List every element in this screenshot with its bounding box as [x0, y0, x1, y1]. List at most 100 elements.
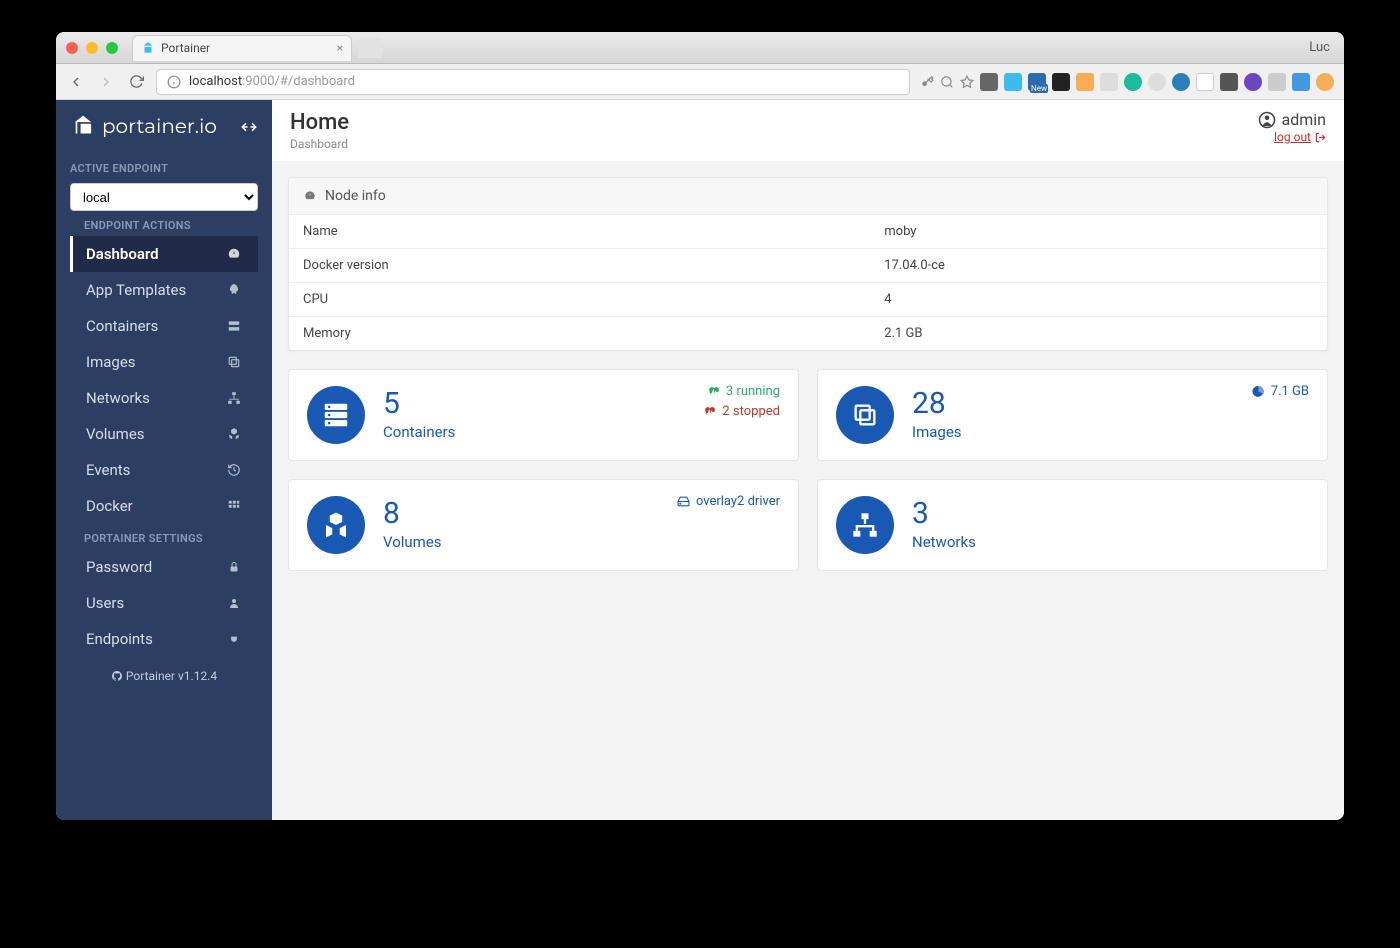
browser-titlebar: Portainer × Luc [56, 32, 1344, 64]
window-controls [66, 42, 118, 54]
extension-icon[interactable] [1172, 73, 1190, 91]
extension-icon[interactable] [1316, 73, 1334, 91]
brand-logo[interactable]: portainer.io [70, 114, 217, 140]
window-minimize-button[interactable] [86, 42, 98, 54]
card-meta: 3 running 2 stopped [703, 382, 780, 421]
sidebar-item-containers[interactable]: Containers [70, 308, 258, 344]
extension-icon[interactable] [1196, 73, 1214, 91]
endpoint-select[interactable]: local [70, 183, 258, 211]
sidebar-footer[interactable]: Portainer v1.12.4 [70, 657, 258, 695]
images-card[interactable]: 28 Images 7.1 GB [817, 369, 1328, 461]
sidebar-item-label: Events [86, 461, 130, 479]
breadcrumb: Dashboard [290, 137, 349, 151]
info-value: 17.04.0-ce [870, 249, 1327, 283]
portainer-logo-icon [70, 114, 96, 140]
logout-link[interactable]: log out [1274, 130, 1326, 144]
sidebar-item-networks[interactable]: Networks [70, 380, 258, 416]
card-label: Volumes [383, 533, 442, 551]
sidebar-item-images[interactable]: Images [70, 344, 258, 380]
tachometer-icon [226, 247, 242, 261]
node-info-panel: Node info Namemoby Docker version17.04.0… [288, 177, 1328, 351]
sidebar-toggle-icon[interactable] [240, 118, 258, 136]
sidebar-item-label: Networks [86, 389, 150, 407]
reload-button[interactable] [126, 72, 146, 92]
window-close-button[interactable] [66, 42, 78, 54]
new-tab-button[interactable] [358, 38, 382, 58]
node-info-table: Namemoby Docker version17.04.0-ce CPU4 M… [289, 215, 1327, 350]
tab-close-icon[interactable]: × [337, 41, 343, 55]
table-row: Docker version17.04.0-ce [289, 249, 1327, 283]
extension-icon[interactable]: New [1028, 73, 1046, 91]
extension-icons: New [920, 73, 1334, 91]
sidebar-item-users[interactable]: Users [70, 585, 258, 621]
panel-title: Node info [325, 188, 386, 204]
table-row: Memory2.1 GB [289, 317, 1327, 351]
hdd-icon [677, 495, 690, 508]
extension-icon[interactable] [1292, 73, 1310, 91]
sidebar-item-docker[interactable]: Docker [70, 488, 258, 524]
info-value: 2.1 GB [870, 317, 1327, 351]
cubes-icon [226, 427, 242, 441]
th-icon [226, 499, 242, 513]
extension-icon[interactable] [1076, 73, 1094, 91]
sidebar-item-label: Users [86, 594, 124, 612]
extension-icon[interactable] [1100, 73, 1118, 91]
images-size: 7.1 GB [1252, 382, 1309, 402]
extension-icon[interactable] [1220, 73, 1238, 91]
volumes-count: 8 [383, 499, 442, 529]
back-button[interactable] [66, 72, 86, 92]
info-key: CPU [289, 283, 870, 317]
brand-text: portainer.io [102, 115, 217, 139]
containers-count: 5 [383, 389, 455, 419]
volumes-card[interactable]: 8 Volumes overlay2 driver [288, 479, 799, 571]
card-body: 28 Images [912, 389, 962, 441]
forward-button[interactable] [96, 72, 116, 92]
sidebar-header: portainer.io [56, 100, 272, 154]
networks-card[interactable]: 3 Networks [817, 479, 1328, 571]
containers-card[interactable]: 5 Containers 3 running 2 stopped [288, 369, 799, 461]
sidebar-item-label: Dashboard [86, 245, 159, 263]
window-maximize-button[interactable] [106, 42, 118, 54]
extension-icon[interactable] [1148, 73, 1166, 91]
tachometer-icon [303, 189, 317, 203]
networks-count: 3 [912, 499, 976, 529]
extension-icon[interactable] [1124, 73, 1142, 91]
sidebar-item-endpoints[interactable]: Endpoints [70, 621, 258, 657]
extension-icon[interactable] [1268, 73, 1286, 91]
cubes-icon [307, 496, 365, 554]
extension-icon[interactable] [980, 73, 998, 91]
card-body: 8 Volumes [383, 499, 442, 551]
sitemap-icon [226, 391, 242, 405]
card-meta: 7.1 GB [1252, 382, 1309, 402]
user-panel: admin log out [1258, 110, 1326, 145]
browser-toolbar: localhost:9000/#/dashboard New [56, 64, 1344, 100]
sidebar-item-volumes[interactable]: Volumes [70, 416, 258, 452]
info-value: moby [870, 215, 1327, 249]
logout-icon [1315, 132, 1326, 143]
url-field[interactable]: localhost:9000/#/dashboard [156, 69, 910, 95]
extension-icon[interactable] [1052, 73, 1070, 91]
key-icon[interactable] [920, 75, 934, 89]
sidebar-item-label: Volumes [86, 425, 145, 443]
url-text: localhost:9000/#/dashboard [189, 74, 355, 89]
sidebar-item-label: App Templates [86, 281, 186, 299]
username: admin [1282, 110, 1326, 129]
star-icon[interactable] [960, 75, 974, 89]
content-area: Node info Namemoby Docker version17.04.0… [272, 161, 1344, 587]
profile-name[interactable]: Luc [1309, 40, 1330, 55]
sidebar-item-dashboard[interactable]: Dashboard [70, 236, 258, 272]
extension-icon[interactable] [1004, 73, 1022, 91]
version-text: Portainer v1.12.4 [126, 669, 217, 683]
page-title: Home [290, 110, 349, 135]
extension-icon[interactable] [1244, 73, 1262, 91]
sidebar-item-app-templates[interactable]: App Templates [70, 272, 258, 308]
browser-tab[interactable]: Portainer × [132, 35, 352, 61]
sidebar: portainer.io ACTIVE ENDPOINT local ENDPO… [56, 100, 272, 820]
portainer-favicon [141, 41, 155, 55]
info-key: Docker version [289, 249, 870, 283]
card-label: Networks [912, 533, 976, 551]
sidebar-item-password[interactable]: Password [70, 549, 258, 585]
sidebar-item-label: Docker [86, 497, 133, 515]
sidebar-item-events[interactable]: Events [70, 452, 258, 488]
zoom-icon[interactable] [940, 75, 954, 89]
